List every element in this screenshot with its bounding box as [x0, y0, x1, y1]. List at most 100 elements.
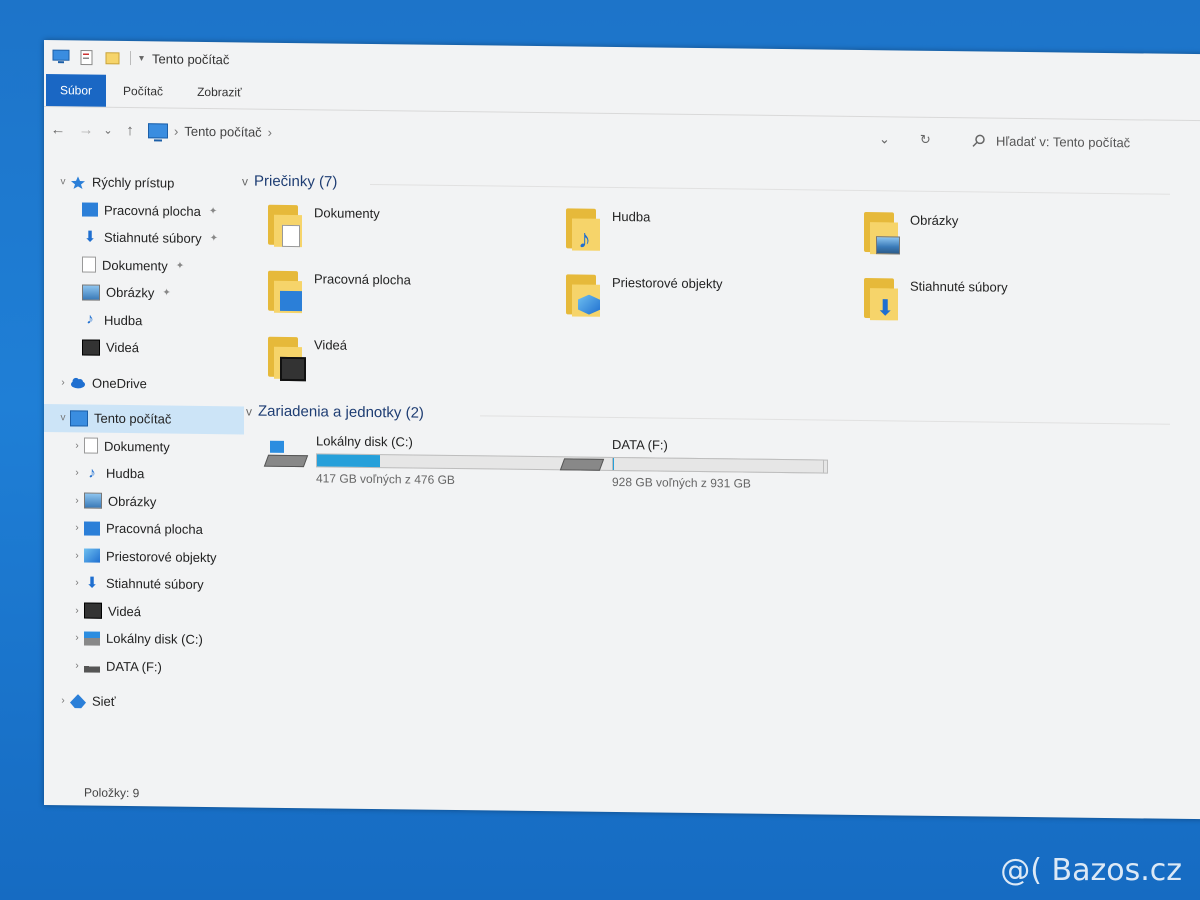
videos-icon [82, 339, 100, 356]
drive-free-space: 928 GB voľných z 931 GB [612, 474, 751, 491]
tab-computer[interactable]: Počítač [106, 75, 180, 108]
desktop-folder-icon [268, 270, 304, 315]
drive-f[interactable]: DATA (F:) 928 GB voľných z 931 GB [559, 436, 824, 491]
drive-c-icon [263, 440, 309, 469]
sidebar-item-pc-3d-objects[interactable]: › Priestorové objekty [44, 542, 244, 572]
folder-videos[interactable]: Videá [268, 336, 347, 382]
documents-folder-icon [268, 204, 304, 249]
drive-usage-fill [613, 457, 615, 470]
folder-music[interactable]: ♪ Hudba [566, 208, 650, 254]
chevron-down-icon[interactable]: v [246, 404, 252, 418]
folder-downloads[interactable]: ⬇ Stiahnuté súbory [864, 278, 1008, 324]
up-button[interactable]: ↑ [116, 121, 144, 139]
chevron-right-icon[interactable]: › [70, 605, 84, 616]
folder-desktop[interactable]: Pracovná plocha [268, 270, 411, 317]
videos-folder-icon [268, 336, 306, 382]
sidebar-item-pc-drive-c[interactable]: › Lokálny disk (C:) [44, 624, 244, 654]
downloads-icon: ⬇ [83, 228, 97, 246]
file-explorer-window: ▾ Tento počítač Súbor Počítač Zobraziť ←… [44, 40, 1200, 820]
folder-3d-objects[interactable]: Priestorové objekty [566, 274, 723, 320]
sidebar-item-label: Tento počítač [94, 410, 172, 427]
network-icon [70, 694, 86, 708]
sidebar-item-pc-pictures[interactable]: › Obrázky [44, 487, 244, 517]
search-icon [972, 134, 985, 147]
address-controls: ⌄ ↻ [879, 117, 931, 162]
sidebar-item-downloads[interactable]: ⬇ Stiahnuté súbory ✦ [44, 223, 244, 253]
sidebar-item-pc-documents[interactable]: › Dokumenty [44, 432, 244, 462]
sidebar-item-label: Stiahnuté súbory [106, 576, 204, 593]
cloud-icon [71, 378, 85, 389]
this-pc-icon [148, 122, 168, 139]
chevron-right-icon[interactable]: › [70, 523, 84, 534]
sidebar-item-pc-videos[interactable]: › Videá [44, 597, 244, 627]
quick-access-separator [130, 51, 131, 66]
back-button[interactable]: ← [44, 121, 72, 138]
sidebar-item-network[interactable]: › Sieť [44, 687, 244, 717]
address-separator[interactable]: › [268, 124, 272, 139]
folder-label: Dokumenty [314, 205, 380, 222]
address-dropdown-button[interactable]: ⌄ [879, 131, 890, 147]
this-pc-icon [52, 49, 70, 64]
refresh-button[interactable]: ↻ [920, 132, 931, 148]
sidebar-item-quick-access[interactable]: v Rýchly prístup [44, 168, 244, 198]
sidebar-item-label: Pracovná plocha [104, 202, 201, 219]
folders-group-header[interactable]: v Priečinky (7) [242, 172, 337, 191]
pictures-icon [84, 492, 102, 509]
sidebar-item-pc-music[interactable]: › ♪ Hudba [44, 459, 244, 489]
recent-locations-button[interactable]: ⌄ [100, 123, 116, 136]
chevron-down-icon[interactable]: v [56, 176, 70, 187]
chevron-right-icon[interactable]: › [70, 468, 84, 479]
sidebar-item-music[interactable]: ♪ Hudba [44, 306, 244, 336]
chevron-down-icon[interactable]: v [56, 412, 70, 423]
address-bar[interactable]: › Tento počítač › [148, 122, 272, 139]
chevron-right-icon[interactable]: › [56, 377, 70, 388]
folder-pictures[interactable]: Obrázky [864, 212, 958, 257]
sidebar-item-videos[interactable]: Videá [44, 333, 244, 363]
address-path[interactable]: Tento počítač [184, 123, 261, 139]
desktop-icon [84, 521, 100, 536]
sidebar-item-pc-drive-f[interactable]: › DATA (F:) [44, 652, 244, 682]
videos-icon [84, 602, 102, 619]
sidebar-item-documents[interactable]: Dokumenty ✦ [44, 251, 244, 281]
chevron-right-icon[interactable]: › [70, 550, 84, 561]
folder-label: Pracovná plocha [314, 271, 411, 288]
chevron-right-icon[interactable]: › [70, 440, 84, 451]
chevron-right-icon[interactable]: › [70, 660, 84, 671]
tab-view[interactable]: Zobraziť [180, 76, 259, 109]
content-pane: v Priečinky (7) Dokumenty ♪ Hudba Obrázk… [240, 170, 1190, 782]
search-box[interactable]: Hľadať v: Tento počítač [972, 118, 1130, 164]
pin-icon: ✦ [208, 205, 218, 217]
desktop-icon [82, 202, 98, 217]
customize-toolbar-icon[interactable]: ▾ [139, 53, 144, 64]
devices-group-header[interactable]: v Zariadenia a jednotky (2) [246, 402, 424, 422]
sidebar-item-pc-desktop[interactable]: › Pracovná plocha [44, 514, 244, 544]
forward-button[interactable]: → [72, 121, 100, 138]
chevron-right-icon[interactable]: › [70, 495, 84, 506]
search-input[interactable]: Hľadať v: Tento počítač [996, 133, 1130, 150]
properties-icon[interactable] [78, 49, 96, 66]
watermark: @( Bazos.cz [1000, 853, 1182, 888]
pin-icon: ✦ [209, 233, 218, 245]
sidebar-item-desktop[interactable]: Pracovná plocha ✦ [44, 196, 244, 226]
chevron-right-icon[interactable]: › [56, 695, 70, 706]
downloads-icon: ⬇ [85, 574, 99, 592]
address-separator[interactable]: › [174, 123, 178, 138]
new-folder-icon[interactable] [104, 50, 122, 66]
pictures-folder-icon [864, 212, 900, 256]
sidebar-item-pictures[interactable]: Obrázky ✦ [44, 278, 244, 308]
sidebar-item-label: OneDrive [92, 375, 147, 392]
folder-label: Obrázky [910, 212, 959, 229]
sidebar-item-onedrive[interactable]: › OneDrive [44, 369, 244, 399]
folder-documents[interactable]: Dokumenty [268, 204, 380, 250]
chevron-right-icon[interactable]: › [70, 578, 84, 589]
documents-icon [82, 256, 96, 273]
sidebar-item-label: Dokumenty [102, 257, 168, 274]
tab-file[interactable]: Súbor [46, 74, 107, 107]
sidebar-item-label: Hudba [104, 312, 143, 328]
sidebar-item-label: DATA (F:) [106, 658, 162, 675]
navigation-pane: v Rýchly prístup Pracovná plocha ✦ ⬇ Sti… [44, 168, 244, 717]
sidebar-item-this-pc[interactable]: v Tento počítač [44, 404, 244, 434]
sidebar-item-pc-downloads[interactable]: › ⬇ Stiahnuté súbory [44, 569, 244, 599]
chevron-right-icon[interactable]: › [70, 633, 84, 644]
chevron-down-icon[interactable]: v [242, 174, 248, 188]
